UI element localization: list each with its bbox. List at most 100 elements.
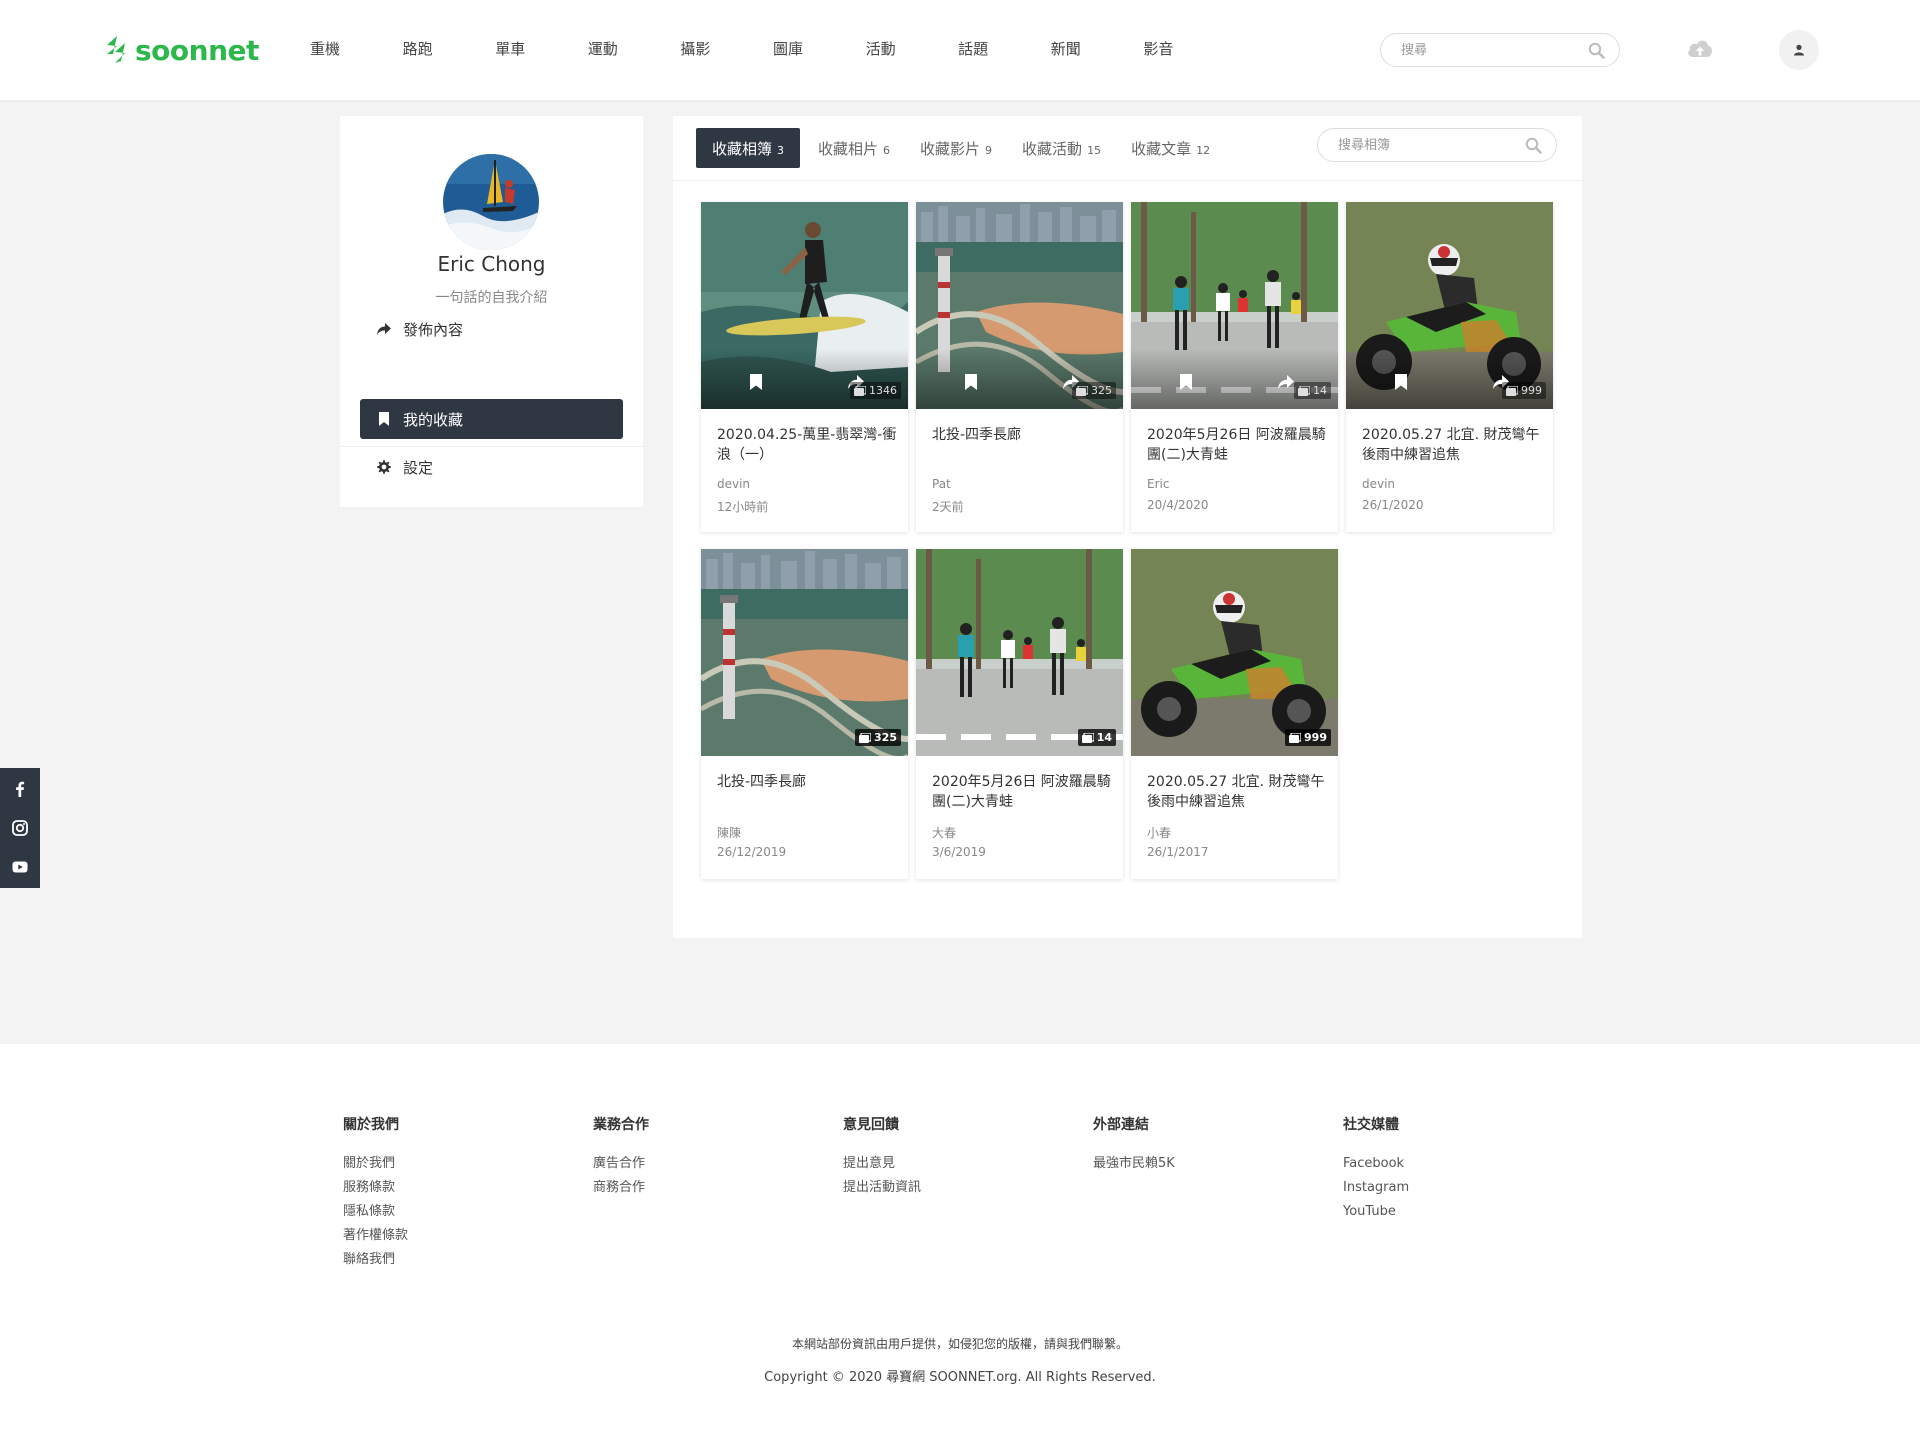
facebook-icon[interactable]	[11, 780, 29, 798]
album-author[interactable]: Pat	[932, 477, 951, 491]
menu-item-label: 設定	[403, 458, 434, 477]
nav-item-topics[interactable]: 話題	[958, 38, 1051, 59]
tab-count: 9	[985, 144, 993, 157]
youtube-icon[interactable]	[11, 858, 29, 876]
photos-icon	[859, 732, 872, 743]
tab-label: 收藏相簿	[712, 139, 773, 158]
tab-collected-events[interactable]: 收藏活動 15	[1022, 128, 1101, 168]
album-title[interactable]: 2020年5月26日 阿波羅晨騎團(二)大青蛙	[1147, 425, 1327, 465]
bookmark-icon[interactable]	[749, 374, 763, 390]
footer-link-instagram[interactable]: Instagram	[1343, 1176, 1409, 1200]
footer-notice: 本網站部份資訊由用戶提供，如侵犯您的版權，請與我們聯繫。	[791, 1337, 1128, 1351]
footer-link-5k[interactable]: 最強市民賴5K	[1093, 1152, 1175, 1176]
tab-collected-photos[interactable]: 收藏相片 6	[818, 128, 890, 168]
footer-link-facebook[interactable]: Facebook	[1343, 1152, 1409, 1176]
tab-collected-videos[interactable]: 收藏影片 9	[920, 128, 992, 168]
photos-icon	[854, 385, 866, 396]
album-cover[interactable]: 999	[1131, 549, 1338, 756]
album-cover[interactable]: 14	[916, 549, 1123, 756]
tab-collected-articles[interactable]: 收藏文章 12	[1131, 128, 1210, 168]
header-search	[1380, 33, 1620, 67]
album-author[interactable]: devin	[717, 477, 750, 491]
album-cover[interactable]: 14	[1131, 202, 1338, 409]
footer-link-contact[interactable]: 聯絡我們	[343, 1248, 408, 1272]
album-author[interactable]: devin	[1362, 477, 1395, 491]
avatar[interactable]	[443, 154, 539, 250]
album-author[interactable]: 小春	[1147, 824, 1171, 841]
search-icon[interactable]	[1588, 42, 1605, 59]
nav-item-sports[interactable]: 運動	[588, 38, 681, 59]
album-date: 2天前	[932, 500, 964, 514]
menu-item-label: 我的收藏	[403, 410, 464, 429]
album-title[interactable]: 2020.05.27 北宜. 財茂彎午後雨中練習追焦	[1147, 772, 1327, 812]
album-card[interactable]: 1346 2020.04.25-萬里-翡翠灣-衝浪（一） devin 12小時前	[701, 202, 908, 532]
user-menu-button[interactable]	[1779, 30, 1819, 70]
album-card[interactable]: 325 北投-四季長廊 陳陳 26/12/2019	[701, 549, 908, 879]
photos-icon	[1076, 385, 1088, 396]
album-card[interactable]: 14 2020年5月26日 阿波羅晨騎團(二)大青蛙 Eric 20/4/2020	[1131, 202, 1338, 532]
tab-count: 12	[1196, 144, 1211, 157]
nav-item-events[interactable]: 活動	[866, 38, 959, 59]
footer-link-submit-event[interactable]: 提出活動資訊	[843, 1176, 921, 1200]
footer-link-feedback[interactable]: 提出意見	[843, 1152, 921, 1176]
footer-column-title: 意見回饋	[843, 1117, 899, 1133]
photos-icon	[1081, 732, 1094, 743]
share-icon[interactable]	[1277, 374, 1295, 390]
tab-collected-albums[interactable]: 收藏相簿 3	[696, 128, 801, 168]
footer-link-privacy[interactable]: 隱私條款	[343, 1200, 408, 1224]
nav-item-video[interactable]: 影音	[1143, 38, 1236, 59]
photo-count-badge: 999	[1285, 729, 1331, 746]
album-title[interactable]: 2020年5月26日 阿波羅晨騎團(二)大青蛙	[932, 772, 1112, 812]
footer-link-business[interactable]: 商務合作	[593, 1176, 649, 1200]
album-author[interactable]: 大春	[932, 824, 956, 841]
bookmark-icon[interactable]	[1179, 374, 1193, 390]
bookmark-icon[interactable]	[964, 374, 978, 390]
nav-item-cycling[interactable]: 單車	[495, 38, 588, 59]
gear-icon	[377, 460, 391, 474]
soonnet-logo[interactable]: soonnet	[103, 32, 259, 68]
footer-link-youtube[interactable]: YouTube	[1343, 1200, 1409, 1224]
album-title[interactable]: 北投-四季長廊	[932, 425, 1112, 445]
album-cover[interactable]: 999	[1346, 202, 1553, 409]
album-card[interactable]: 14 2020年5月26日 阿波羅晨騎團(二)大青蛙 大春 3/6/2019	[916, 549, 1123, 879]
motorbike-photo	[1131, 549, 1338, 756]
album-card[interactable]: 999 2020.05.27 北宜. 財茂彎午後雨中練習追焦小春 26/1/2017	[1131, 549, 1338, 879]
album-cover[interactable]: 325	[701, 549, 908, 756]
footer-link-terms[interactable]: 服務條款	[343, 1176, 408, 1200]
cloud-upload-icon[interactable]	[1686, 36, 1714, 62]
nav-item-news[interactable]: 新聞	[1051, 38, 1144, 59]
album-search-input[interactable]	[1338, 129, 1528, 161]
tab-label: 收藏文章	[1131, 139, 1192, 158]
album-title[interactable]: 北投-四季長廊	[717, 772, 897, 792]
header-search-input[interactable]	[1401, 34, 1591, 66]
menu-item-my-collection[interactable]: 我的收藏	[360, 399, 623, 439]
nav-item-gallery[interactable]: 圖庫	[773, 38, 866, 59]
tab-label: 收藏活動	[1022, 139, 1083, 158]
album-title[interactable]: 2020.04.25-萬里-翡翠灣-衝浪（一）	[717, 425, 897, 465]
album-date: 26/1/2020	[1362, 498, 1424, 512]
nav-item-running[interactable]: 路跑	[403, 38, 496, 59]
footer-link-ads[interactable]: 廣告合作	[593, 1152, 649, 1176]
footer-link-about-us[interactable]: 關於我們	[343, 1152, 408, 1176]
bookmark-icon[interactable]	[1394, 374, 1408, 390]
album-card[interactable]: 325 北投-四季長廊 Pat 2天前	[916, 202, 1123, 532]
album-card[interactable]: 999 2020.05.27 北宜. 財茂彎午後雨中練習追焦 devin 26/1/2…	[1346, 202, 1553, 532]
search-icon[interactable]	[1525, 137, 1542, 154]
share-icon	[377, 323, 391, 335]
album-author[interactable]: Eric	[1147, 477, 1169, 491]
album-title[interactable]: 2020.05.27 北宜. 財茂彎午後雨中練習追焦	[1362, 425, 1542, 465]
menu-item-publish[interactable]: 發佈內容	[360, 309, 623, 349]
nav-item-photography[interactable]: 攝影	[680, 38, 773, 59]
album-author[interactable]: 陳陳	[717, 824, 741, 841]
album-cover[interactable]: 1346	[701, 202, 908, 409]
photo-count-badge: 14	[1077, 729, 1116, 746]
album-cover[interactable]: 325	[916, 202, 1123, 409]
nav-item-motorcycle[interactable]: 重機	[310, 38, 403, 59]
footer-column-social: 社交媒體 Facebook Instagram YouTube	[1343, 1114, 1409, 1224]
footer-column-business: 業務合作 廣告合作 商務合作	[593, 1114, 649, 1200]
footer-link-copyright[interactable]: 著作權條款	[343, 1224, 408, 1248]
menu-item-settings[interactable]: 設定	[360, 447, 623, 487]
instagram-icon[interactable]	[11, 819, 29, 837]
photo-count: 14	[1096, 731, 1112, 744]
album-date: 26/1/2017	[1147, 845, 1209, 859]
